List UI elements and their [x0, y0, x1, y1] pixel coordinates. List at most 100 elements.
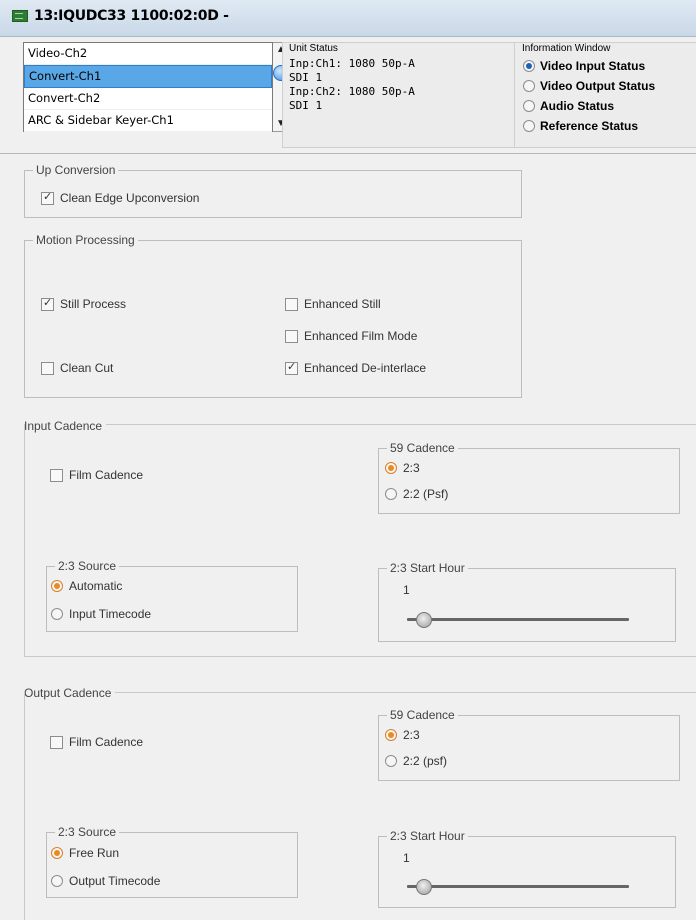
- output-source-freerun-radio[interactable]: Free Run: [51, 846, 119, 860]
- still-process-checkbox[interactable]: Still Process: [41, 296, 127, 311]
- radio-label: Reference Status: [540, 119, 639, 133]
- input-cadence-23-radio[interactable]: 2:3: [385, 461, 420, 475]
- channel-list-item[interactable]: ARC & Sidebar Keyer-Ch1: [24, 110, 272, 132]
- radio-label: 2:2 (Psf): [403, 487, 449, 501]
- radio-indicator[interactable]: [385, 755, 397, 767]
- channel-list[interactable]: Video-Ch2 Convert-Ch1 Convert-Ch2 ARC & …: [23, 42, 273, 132]
- channel-list-item[interactable]: Video-Ch2: [24, 43, 272, 65]
- checkbox-label: Clean Cut: [60, 361, 114, 375]
- clean-edge-upconversion-checkbox[interactable]: Clean Edge Upconversion: [41, 190, 200, 205]
- output-cadence-title: Output Cadence: [24, 686, 116, 700]
- input-start-hour-value: 1: [403, 583, 410, 597]
- input-start-hour-legend: 2:3 Start Hour: [387, 561, 468, 575]
- input-source-automatic-radio[interactable]: Automatic: [51, 579, 122, 593]
- radio-label: Audio Status: [540, 99, 614, 113]
- checkbox-box[interactable]: [50, 468, 63, 482]
- output-start-hour-slider-track[interactable]: [407, 885, 629, 888]
- output-source-timecode-radio[interactable]: Output Timecode: [51, 874, 160, 888]
- input-cadence-22-radio[interactable]: 2:2 (Psf): [385, 487, 448, 501]
- title-bar: 13:IQUDC33 1100:02:0D -: [0, 0, 696, 37]
- output-cadence-rule: [24, 692, 696, 693]
- channel-list-item-selected[interactable]: Convert-Ch1: [24, 65, 272, 88]
- checkbox-label: Enhanced Still: [304, 297, 381, 311]
- unit-status-panel: Unit Status Inp:Ch1: 1080 50p-A SDI 1 In…: [282, 42, 518, 148]
- radio-indicator[interactable]: [523, 80, 535, 92]
- radio-label: Input Timecode: [69, 607, 152, 621]
- radio-audio-status[interactable]: Audio Status: [523, 99, 614, 113]
- output-start-hour-legend: 2:3 Start Hour: [387, 829, 468, 843]
- checkbox-label: Enhanced Film Mode: [304, 329, 418, 343]
- checkbox-box[interactable]: [50, 735, 63, 749]
- input-cadence-title: Input Cadence: [24, 419, 107, 433]
- radio-label: Video Output Status: [540, 79, 656, 93]
- radio-indicator[interactable]: [523, 120, 535, 132]
- input-23-source-legend: 2:3 Source: [55, 559, 120, 573]
- radio-label: 2:3: [403, 461, 420, 475]
- clean-cut-checkbox[interactable]: Clean Cut: [41, 361, 113, 375]
- checkbox-box[interactable]: [41, 296, 54, 311]
- up-conversion-legend: Up Conversion: [33, 163, 119, 177]
- information-window-label: Information Window: [522, 43, 611, 54]
- input-cadence-bottom-rule: [24, 656, 696, 657]
- unit-status-line: SDI 1: [289, 71, 323, 84]
- radio-label: Video Input Status: [540, 59, 646, 73]
- input-59-cadence-group: 59 Cadence 2:3 2:2 (Psf): [378, 441, 680, 514]
- radio-indicator[interactable]: [385, 729, 397, 741]
- top-panel: Video-Ch2 Convert-Ch1 Convert-Ch2 ARC & …: [16, 38, 696, 148]
- radio-label: 2:2 (psf): [403, 754, 448, 768]
- radio-indicator[interactable]: [51, 875, 63, 887]
- up-conversion-group: Up Conversion Clean Edge Upconversion: [24, 163, 522, 218]
- enhanced-deinterlace-checkbox[interactable]: Enhanced De-interlace: [285, 360, 426, 375]
- enhanced-film-mode-checkbox[interactable]: Enhanced Film Mode: [285, 329, 417, 343]
- motion-processing-legend: Motion Processing: [33, 233, 138, 247]
- output-59-cadence-group: 59 Cadence 2:3 2:2 (psf): [378, 708, 680, 781]
- checkbox-box[interactable]: [41, 361, 54, 375]
- output-start-hour-group: 2:3 Start Hour 1: [378, 829, 676, 908]
- output-cadence-border-left: [24, 692, 25, 920]
- input-23-source-group: 2:3 Source Automatic Input Timecode: [46, 559, 298, 632]
- output-23-source-group: 2:3 Source Free Run Output Timecode: [46, 825, 298, 898]
- radio-indicator[interactable]: [51, 847, 63, 859]
- window-title: 13:IQUDC33 1100:02:0D -: [34, 8, 229, 24]
- checkbox-box[interactable]: [285, 297, 298, 311]
- unit-status-line: Inp:Ch1: 1080 50p-A: [289, 57, 415, 70]
- output-cadence-22-radio[interactable]: 2:2 (psf): [385, 754, 447, 768]
- output-start-hour-slider-thumb[interactable]: [415, 879, 432, 895]
- radio-reference-status[interactable]: Reference Status: [523, 119, 638, 133]
- information-window-panel: Information Window Video Input Status Vi…: [514, 42, 696, 148]
- output-cadence-23-radio[interactable]: 2:3: [385, 728, 420, 742]
- radio-indicator[interactable]: [523, 60, 535, 72]
- radio-indicator[interactable]: [523, 100, 535, 112]
- checkbox-box[interactable]: [285, 329, 298, 343]
- checkbox-label: Film Cadence: [69, 468, 144, 482]
- motion-processing-group: Motion Processing Still Process Enhanced…: [24, 233, 522, 398]
- radio-label: Automatic: [69, 579, 123, 593]
- enhanced-still-checkbox[interactable]: Enhanced Still: [285, 297, 381, 311]
- radio-label: Output Timecode: [69, 874, 161, 888]
- input-film-cadence-checkbox[interactable]: Film Cadence: [50, 468, 143, 482]
- radio-indicator[interactable]: [51, 608, 63, 620]
- app-icon: [12, 10, 28, 22]
- checkbox-box[interactable]: [285, 360, 298, 375]
- input-start-hour-slider-thumb[interactable]: [415, 612, 432, 628]
- channel-list-item[interactable]: Convert-Ch2: [24, 88, 272, 110]
- checkbox-label: Clean Edge Upconversion: [60, 191, 200, 205]
- output-film-cadence-checkbox[interactable]: Film Cadence: [50, 735, 143, 749]
- input-cadence-rule: [24, 424, 696, 425]
- checkbox-box[interactable]: [41, 190, 54, 205]
- radio-indicator[interactable]: [385, 462, 397, 474]
- radio-indicator[interactable]: [385, 488, 397, 500]
- checkbox-label: Film Cadence: [69, 735, 144, 749]
- input-source-timecode-radio[interactable]: Input Timecode: [51, 607, 151, 621]
- output-59-cadence-legend: 59 Cadence: [387, 708, 458, 722]
- input-start-hour-slider-track[interactable]: [407, 618, 629, 621]
- unit-status-line: Inp:Ch2: 1080 50p-A: [289, 85, 415, 98]
- radio-video-input-status[interactable]: Video Input Status: [523, 59, 645, 73]
- checkbox-label: Still Process: [60, 297, 127, 311]
- radio-label: 2:3: [403, 728, 420, 742]
- input-cadence-border-left: [24, 424, 25, 656]
- radio-video-output-status[interactable]: Video Output Status: [523, 79, 655, 93]
- radio-label: Free Run: [69, 846, 120, 860]
- radio-indicator[interactable]: [51, 580, 63, 592]
- output-start-hour-value: 1: [403, 851, 410, 865]
